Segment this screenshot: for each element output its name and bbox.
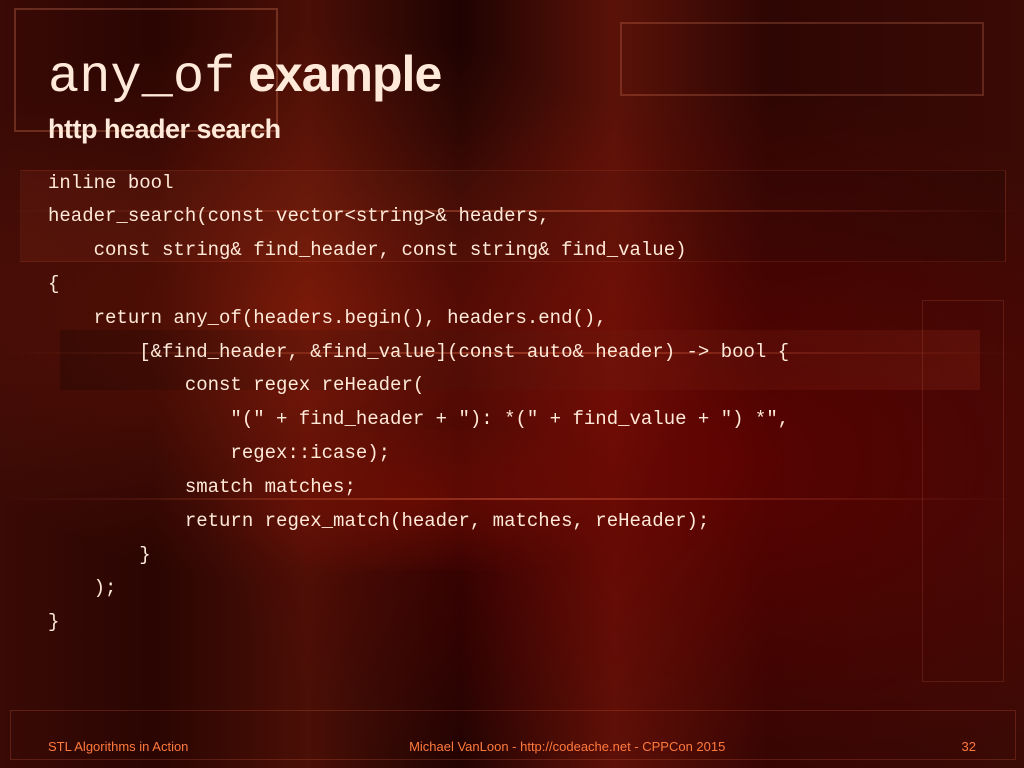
title-remainder: example — [235, 46, 441, 102]
slide-title: any_of example — [48, 48, 984, 106]
slide: any_of example http header search inline… — [0, 0, 1024, 768]
slide-subtitle: http header search — [48, 114, 984, 145]
title-code-word: any_of — [48, 48, 235, 107]
footer-left: STL Algorithms in Action — [48, 739, 188, 754]
footer-page: 32 — [946, 739, 976, 754]
footer-center: Michael VanLoon - http://codeache.net - … — [188, 739, 946, 754]
slide-content: any_of example http header search inline… — [48, 48, 984, 640]
code-block: inline bool header_search(const vector<s… — [48, 167, 984, 640]
slide-footer: STL Algorithms in Action Michael VanLoon… — [0, 739, 1024, 754]
